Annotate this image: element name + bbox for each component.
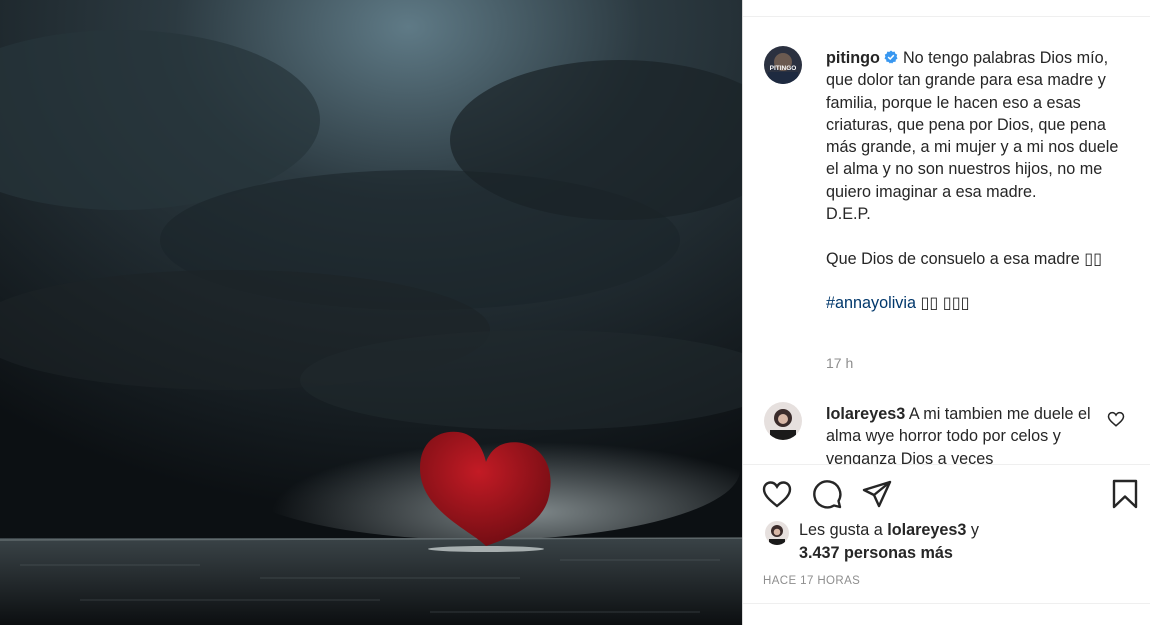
- comment-like-heart-icon[interactable]: [1107, 410, 1125, 428]
- author-avatar[interactable]: PITINGO: [764, 46, 802, 84]
- divider: [743, 603, 1150, 604]
- commenter-username[interactable]: lolareyes3: [826, 405, 905, 423]
- hashtag-suffix: ▯▯ ▯▯▯: [916, 293, 970, 312]
- likes-count[interactable]: 3.437 personas más: [799, 544, 953, 562]
- likes-summary: Les gusta a lolareyes3 y 3.437 personas …: [799, 519, 979, 564]
- stormy-sea-heart-image: [0, 0, 742, 625]
- comments-scroll-area[interactable]: PITINGO pitingo No tengo palabras Dios mí…: [743, 17, 1150, 464]
- post-image[interactable]: [0, 0, 742, 625]
- likes-user[interactable]: lolareyes3: [887, 521, 966, 539]
- liker-avatar[interactable]: [765, 521, 789, 545]
- comment: lolareyes3 A mi tambien me duele el alma…: [826, 403, 1096, 464]
- post-side-panel: PITINGO pitingo No tengo palabras Dios mí…: [742, 0, 1150, 625]
- verified-badge-icon: [884, 50, 898, 64]
- caption-hashtags: #annayolivia ▯▯ ▯▯▯: [826, 292, 1126, 314]
- save-bookmark-icon[interactable]: [1109, 478, 1141, 510]
- hashtag-link[interactable]: #annayolivia: [826, 294, 916, 312]
- likes-middle: y: [966, 521, 979, 539]
- post-timestamp[interactable]: HACE 17 HORAS: [763, 575, 860, 587]
- likes-prefix: Les gusta a: [799, 521, 888, 539]
- comment-bubble-icon[interactable]: [811, 478, 843, 510]
- divider: [743, 464, 1150, 465]
- commenter-avatar[interactable]: [764, 402, 802, 440]
- caption-text: No tengo palabras Dios mío, que dolor ta…: [826, 49, 1119, 268]
- caption-time[interactable]: 17 h: [826, 355, 853, 371]
- svg-text:PITINGO: PITINGO: [770, 65, 797, 72]
- post-caption: pitingo No tengo palabras Dios mío, que d…: [826, 47, 1126, 314]
- author-username[interactable]: pitingo: [826, 49, 880, 67]
- share-send-icon[interactable]: [861, 478, 893, 510]
- like-heart-icon[interactable]: [761, 478, 793, 510]
